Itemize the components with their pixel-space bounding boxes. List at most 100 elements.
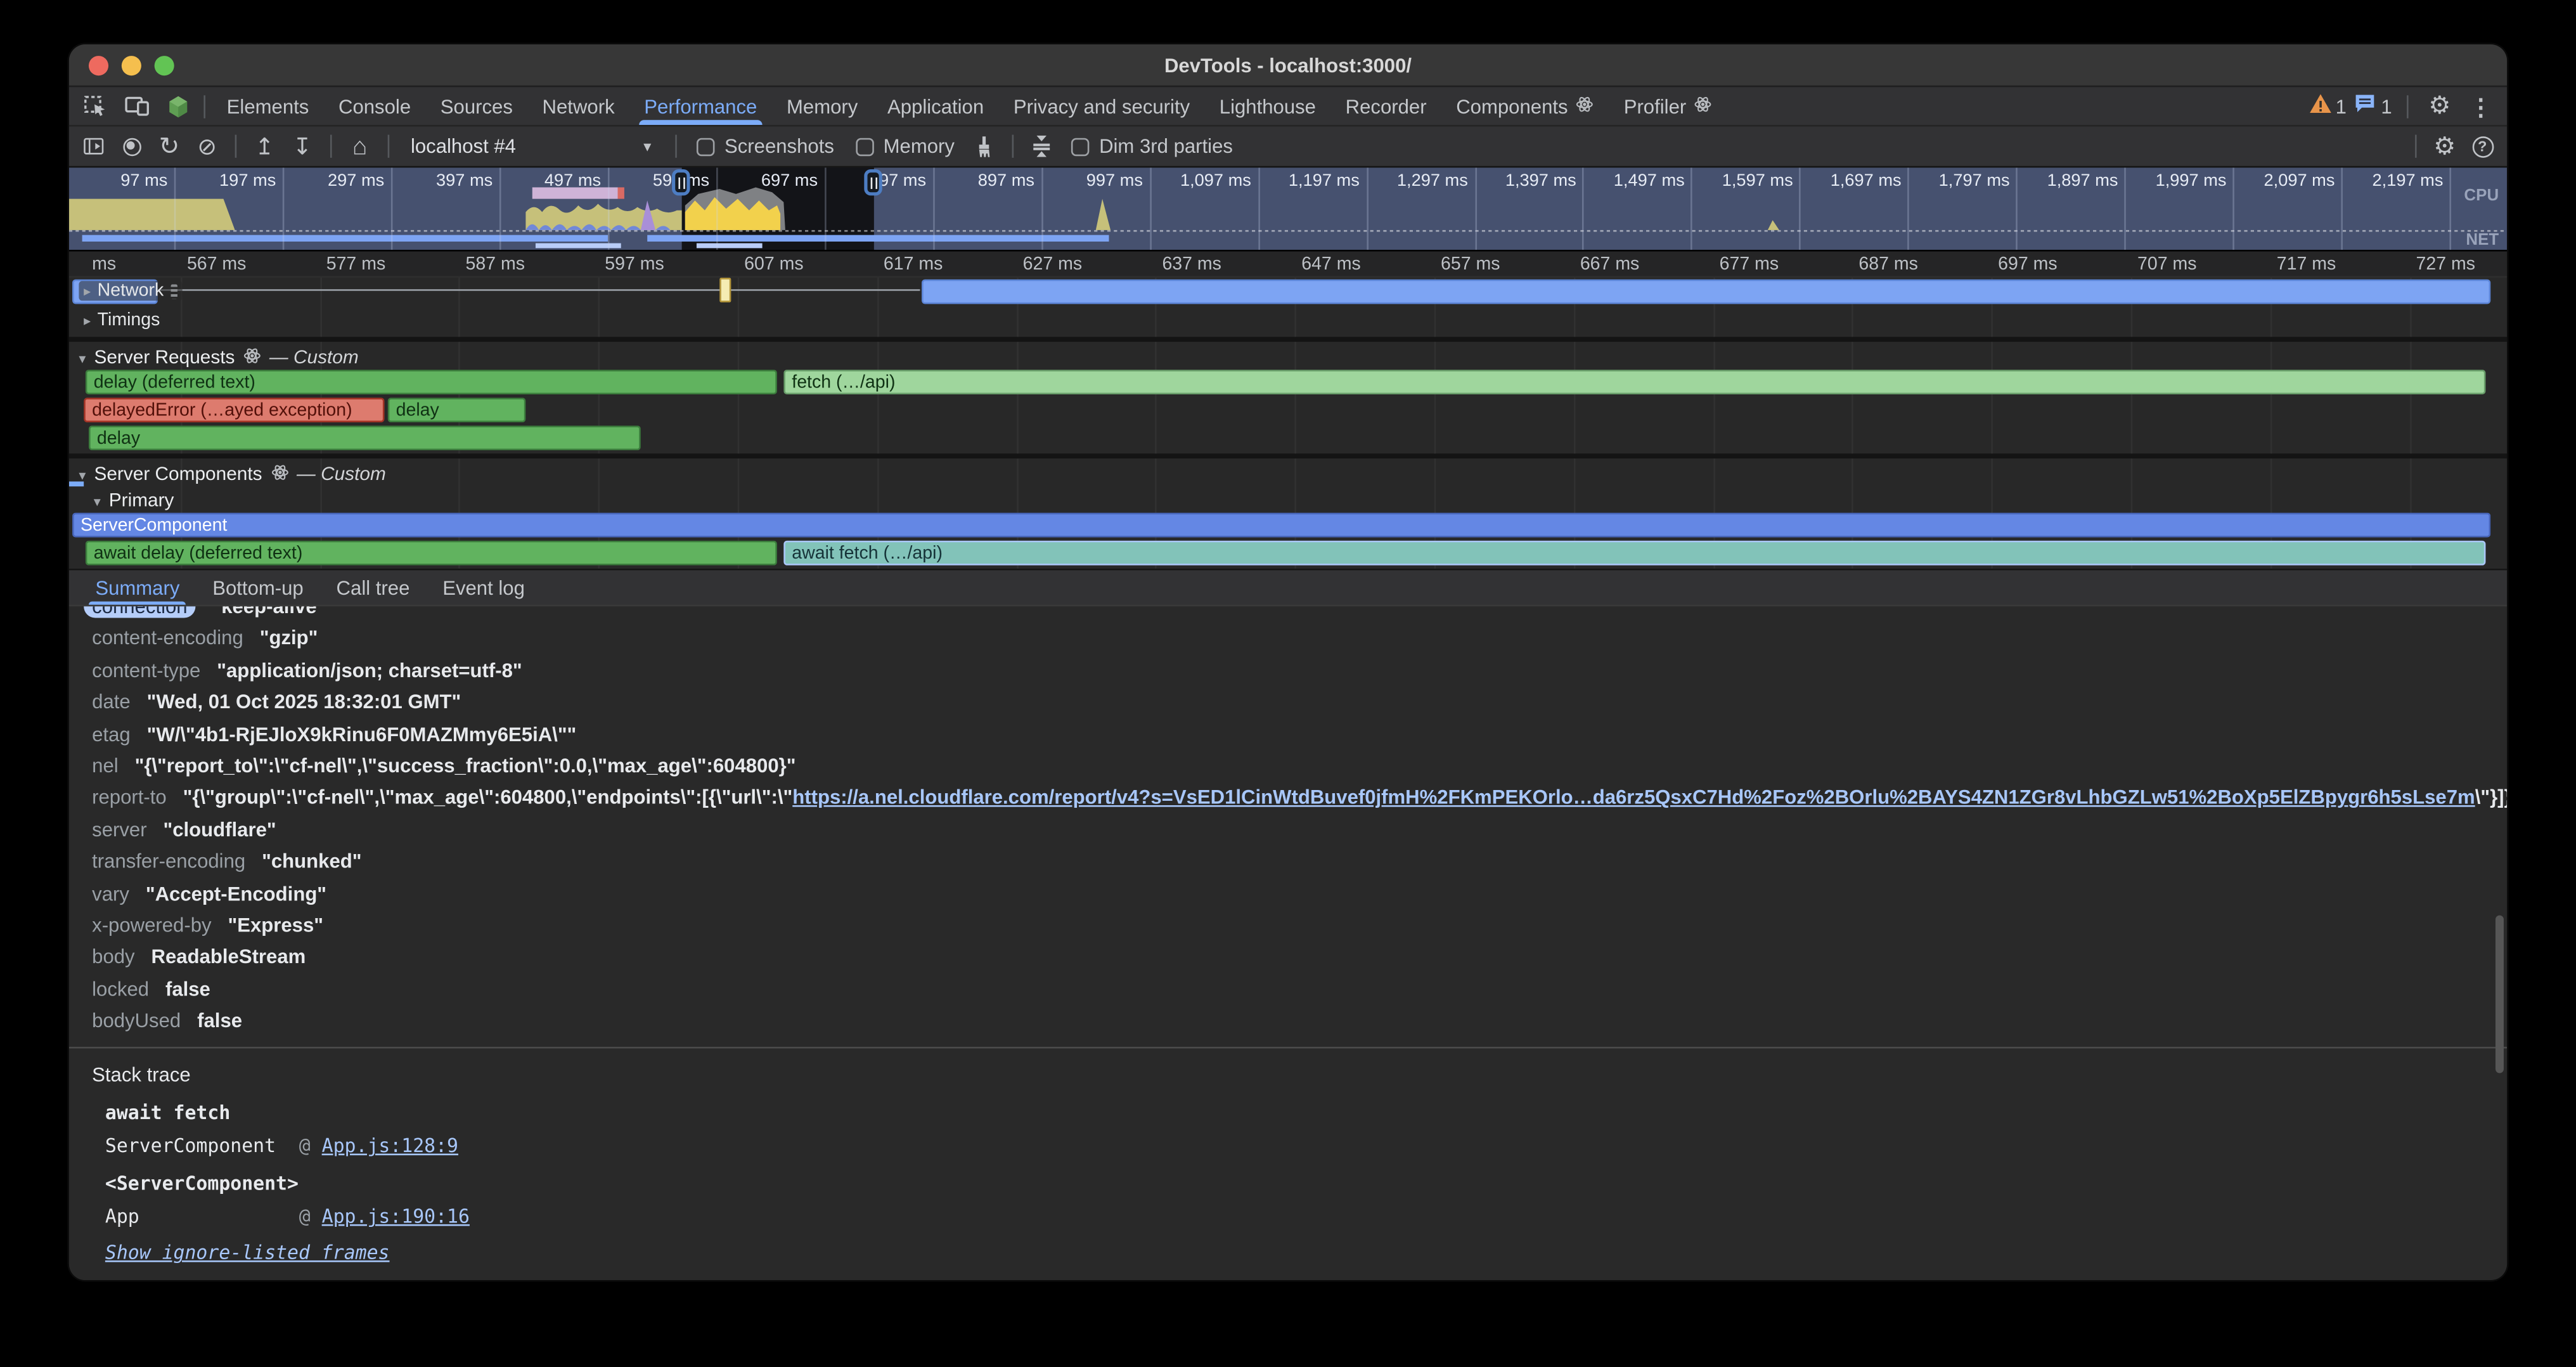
expander-arrow-icon[interactable]: ▾ xyxy=(79,349,86,368)
ruler-tick-label: 657 ms xyxy=(1441,255,1500,275)
tab-call-tree[interactable]: Call tree xyxy=(320,570,427,604)
stack-frame-source-link[interactable]: App.js:190:16 xyxy=(322,1205,470,1228)
zoom-window-button[interactable] xyxy=(155,56,174,75)
group-header-primary[interactable]: ▾Primary xyxy=(69,486,2507,511)
devtools-window: DevTools - localhost:3000/ ElementsConso… xyxy=(69,44,2507,1280)
minimize-window-button[interactable] xyxy=(122,56,141,75)
tab-network[interactable]: Network xyxy=(527,87,629,125)
record-and-reload-icon[interactable]: ↻ xyxy=(153,130,186,163)
overview-gridline xyxy=(824,167,826,250)
network-marker[interactable] xyxy=(719,278,731,302)
selection-left-handle[interactable] xyxy=(672,169,690,195)
overview-gridline xyxy=(608,167,610,250)
expander-arrow-icon[interactable]: ▾ xyxy=(94,492,101,510)
flame-bar[interactable]: await fetch (…/api) xyxy=(783,541,2485,566)
flame-bar[interactable]: fetch (…/api) xyxy=(783,370,2485,394)
timeline-overview[interactable]: 97 ms197 ms297 ms397 ms497 ms597 ms697 m… xyxy=(69,167,2507,251)
history-dropdown[interactable]: localhost #4 ▼ xyxy=(401,135,664,158)
tab-memory[interactable]: Memory xyxy=(772,87,873,125)
flame-bar[interactable]: delay xyxy=(89,425,641,450)
overview-gridline xyxy=(1908,167,1910,250)
stack-frame-header: <ServerComponent> xyxy=(105,1172,2507,1195)
memory-checkbox[interactable]: Memory xyxy=(847,135,963,158)
detail-key: locked xyxy=(92,977,149,1000)
capture-settings-gear-icon[interactable]: ⚙ xyxy=(2428,130,2461,163)
group-header-server-components[interactable]: ▾Server Components— Custom xyxy=(69,458,2507,486)
tab-profiler[interactable]: Profiler xyxy=(1609,87,1727,125)
tab-application[interactable]: Application xyxy=(873,87,999,125)
overview-gridline xyxy=(174,167,176,250)
tab-bar-left-icons xyxy=(79,87,197,125)
details-scrollbar[interactable] xyxy=(2496,916,2504,1073)
tab-privacy-and-security[interactable]: Privacy and security xyxy=(999,87,1205,125)
network-bar[interactable] xyxy=(922,280,2490,304)
track-row[interactable]: delay xyxy=(69,425,2507,453)
tab-lighthouse[interactable]: Lighthouse xyxy=(1204,87,1330,125)
device-toolbar-icon[interactable] xyxy=(120,89,153,122)
inspect-element-icon[interactable] xyxy=(79,89,112,122)
selection-right-handle[interactable] xyxy=(864,169,882,195)
tab-label: Network xyxy=(543,94,615,117)
drag-grip-icon[interactable] xyxy=(171,283,177,298)
show-ignore-listed-frames-link[interactable]: Show ignore-listed frames xyxy=(105,1241,390,1264)
flame-bar[interactable]: delayedError (…ayed exception) xyxy=(84,398,384,422)
stack-frame-at: @ xyxy=(299,1135,322,1158)
nodejs-icon[interactable] xyxy=(161,89,194,122)
toggle-sidebar-icon[interactable] xyxy=(77,130,110,163)
flame-bar[interactable]: delay (deferred text) xyxy=(86,370,777,394)
message-bubble-icon xyxy=(2355,94,2376,119)
collapse-tracks-icon[interactable] xyxy=(1025,130,1058,163)
clear-recording-icon[interactable]: ⊘ xyxy=(191,130,224,163)
flame-bar[interactable]: ServerComponent xyxy=(72,513,2490,538)
track-label-network[interactable]: ▸Network xyxy=(79,281,181,301)
track-row[interactable]: delayedError (…ayed exception)delay xyxy=(69,398,2507,425)
ruler-tick-label: 617 ms xyxy=(884,255,943,275)
collect-garbage-brush-icon[interactable] xyxy=(968,130,1001,163)
tab-bottom-up[interactable]: Bottom-up xyxy=(196,570,319,604)
record-icon[interactable] xyxy=(115,130,148,163)
close-window-button[interactable] xyxy=(89,56,108,75)
tab-summary[interactable]: Summary xyxy=(79,570,196,604)
tab-performance[interactable]: Performance xyxy=(629,87,772,125)
detail-key: bodyUsed xyxy=(92,1009,181,1032)
home-icon[interactable]: ⌂ xyxy=(344,130,377,163)
track-row[interactable]: await delay (deferred text)await fetch (… xyxy=(69,541,2507,569)
expander-arrow-icon[interactable]: ▸ xyxy=(84,282,91,301)
settings-gear-icon[interactable]: ⚙ xyxy=(2423,89,2456,122)
report-url-link[interactable]: https://a.nel.cloudflare.com/report/v4?s… xyxy=(792,786,2475,809)
tab-components[interactable]: Components xyxy=(1441,87,1609,125)
tab-recorder[interactable]: Recorder xyxy=(1330,87,1441,125)
flame-bar[interactable]: delay xyxy=(388,398,526,422)
expander-arrow-icon[interactable]: ▸ xyxy=(84,311,91,330)
screenshots-checkbox[interactable]: Screenshots xyxy=(688,135,842,158)
detail-value: "Express" xyxy=(228,914,323,936)
more-options-kebab-icon[interactable]: ⋮ xyxy=(2464,89,2497,122)
issues-count: 1 xyxy=(2381,94,2392,117)
overview-gridline xyxy=(1691,167,1693,250)
dim-3rd-parties-checkbox[interactable]: Dim 3rd parties xyxy=(1063,135,1241,158)
detail-value: "{\"report_to\":\"cf-nel\",\"success_fra… xyxy=(135,755,796,777)
tab-elements[interactable]: Elements xyxy=(212,87,323,125)
track-label-timings[interactable]: ▸Timings xyxy=(79,311,165,330)
flame-chart-tracks[interactable]: ▸Network ▸Timings ▾Server Requests— Custom… xyxy=(69,278,2507,569)
load-profile-icon[interactable]: ↥ xyxy=(248,130,281,163)
overview-gridline xyxy=(2450,167,2452,250)
issues-badge[interactable]: 1 xyxy=(2355,94,2392,119)
detail-key: connection xyxy=(84,606,195,618)
stack-frame-source-link[interactable]: App.js:128:9 xyxy=(322,1135,458,1158)
help-icon[interactable]: ? xyxy=(2466,130,2499,163)
track-row[interactable]: delay (deferred text)fetch (…/api) xyxy=(69,370,2507,398)
tab-sources[interactable]: Sources xyxy=(425,87,527,125)
group-header-server-requests[interactable]: ▾Server Requests— Custom xyxy=(69,342,2507,370)
overview-gridline xyxy=(391,167,393,250)
tab-event-log[interactable]: Event log xyxy=(426,570,541,604)
tab-bar-right: 1 1 ⚙ ⋮ xyxy=(2309,87,2497,125)
tab-console[interactable]: Console xyxy=(324,87,426,125)
network-bar[interactable] xyxy=(158,289,920,291)
overview-gridline xyxy=(283,167,285,250)
track-row[interactable]: ServerComponent xyxy=(69,513,2507,541)
save-profile-icon[interactable]: ↧ xyxy=(286,130,319,163)
flame-bar[interactable]: await delay (deferred text) xyxy=(86,541,777,566)
window-controls xyxy=(89,56,174,75)
warnings-badge[interactable]: 1 xyxy=(2309,94,2347,119)
